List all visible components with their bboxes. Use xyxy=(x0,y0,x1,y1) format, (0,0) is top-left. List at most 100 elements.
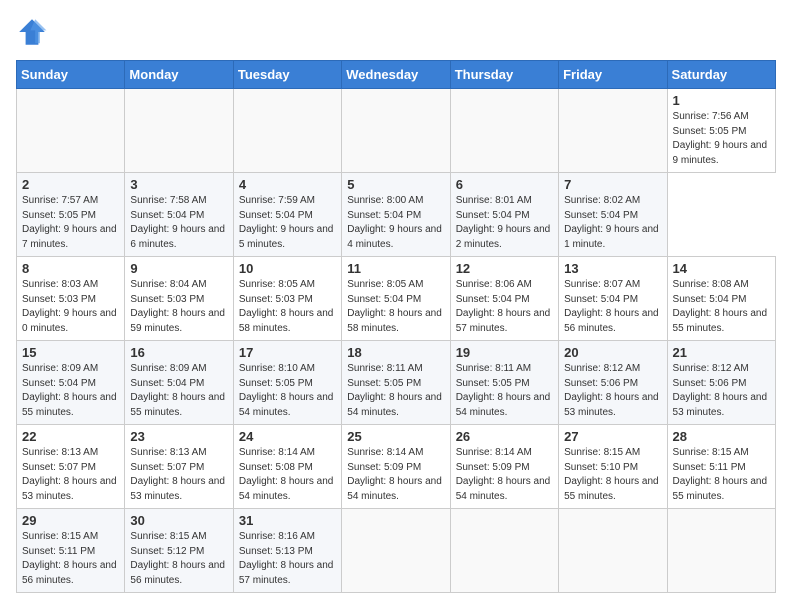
day-header-wednesday: Wednesday xyxy=(342,61,450,89)
calendar-day-cell: 16 Sunrise: 8:09 AMSunset: 5:04 PMDayligh… xyxy=(125,341,233,425)
day-info: Sunrise: 8:02 AMSunset: 5:04 PMDaylight:… xyxy=(564,195,659,250)
day-number: 18 xyxy=(347,345,444,360)
day-number: 9 xyxy=(130,261,227,276)
calendar-day-cell: 15 Sunrise: 8:09 AMSunset: 5:04 PMDayligh… xyxy=(17,341,125,425)
calendar-week-row: 8Sunrise: 8:03 AMSunset: 5:03 PMDaylight… xyxy=(17,257,776,341)
calendar-day-cell: 3 Sunrise: 7:58 AMSunset: 5:04 PMDaylight… xyxy=(125,173,233,257)
day-info: Sunrise: 8:05 AMSunset: 5:03 PMDaylight:… xyxy=(239,279,334,334)
calendar-day-cell: 18 Sunrise: 8:11 AMSunset: 5:05 PMDayligh… xyxy=(342,341,450,425)
calendar-day-cell: 20 Sunrise: 8:12 AMSunset: 5:06 PMDayligh… xyxy=(559,341,667,425)
day-info: Sunrise: 8:16 AMSunset: 5:13 PMDaylight:… xyxy=(239,531,334,586)
calendar-day-cell: 7 Sunrise: 8:02 AMSunset: 5:04 PMDaylight… xyxy=(559,173,667,257)
day-info: Sunrise: 8:00 AMSunset: 5:04 PMDaylight:… xyxy=(347,195,442,250)
day-header-friday: Friday xyxy=(559,61,667,89)
calendar-day-cell: 13 Sunrise: 8:07 AMSunset: 5:04 PMDayligh… xyxy=(559,257,667,341)
day-info: Sunrise: 8:12 AMSunset: 5:06 PMDaylight:… xyxy=(564,363,659,418)
calendar-day-cell: 21Sunrise: 8:12 AMSunset: 5:06 PMDayligh… xyxy=(667,341,775,425)
calendar-day-cell: 27Sunrise: 8:15 AMSunset: 5:10 PMDayligh… xyxy=(559,425,667,509)
day-number: 15 xyxy=(22,345,119,360)
day-info: Sunrise: 8:14 AMSunset: 5:08 PMDaylight:… xyxy=(239,447,334,502)
day-number: 23 xyxy=(130,429,227,444)
day-number: 5 xyxy=(347,177,444,192)
empty-cell xyxy=(342,509,450,593)
day-number: 20 xyxy=(564,345,661,360)
day-number: 6 xyxy=(456,177,553,192)
day-info: Sunrise: 8:01 AMSunset: 5:04 PMDaylight:… xyxy=(456,195,551,250)
day-number: 22 xyxy=(22,429,119,444)
day-info: Sunrise: 8:14 AMSunset: 5:09 PMDaylight:… xyxy=(456,447,551,502)
logo xyxy=(16,16,52,48)
day-info: Sunrise: 8:15 AMSunset: 5:11 PMDaylight:… xyxy=(22,531,117,586)
day-number: 26 xyxy=(456,429,553,444)
logo-icon xyxy=(16,16,48,48)
day-info: Sunrise: 8:05 AMSunset: 5:04 PMDaylight:… xyxy=(347,279,442,334)
day-info: Sunrise: 7:57 AMSunset: 5:05 PMDaylight:… xyxy=(22,195,117,250)
day-number: 1 xyxy=(673,93,770,108)
day-info: Sunrise: 8:07 AMSunset: 5:04 PMDaylight:… xyxy=(564,279,659,334)
day-number: 3 xyxy=(130,177,227,192)
empty-cell xyxy=(559,89,667,173)
day-header-tuesday: Tuesday xyxy=(233,61,341,89)
calendar-day-cell: 4 Sunrise: 7:59 AMSunset: 5:04 PMDaylight… xyxy=(233,173,341,257)
calendar-day-cell: 25Sunrise: 8:14 AMSunset: 5:09 PMDayligh… xyxy=(342,425,450,509)
calendar-week-row: 1 Sunrise: 7:56 AMSunset: 5:05 PMDaylight… xyxy=(17,89,776,173)
day-info: Sunrise: 8:06 AMSunset: 5:04 PMDaylight:… xyxy=(456,279,551,334)
day-number: 12 xyxy=(456,261,553,276)
calendar-week-row: 22 Sunrise: 8:13 AMSunset: 5:07 PMDayligh… xyxy=(17,425,776,509)
day-info: Sunrise: 8:11 AMSunset: 5:05 PMDaylight:… xyxy=(456,363,551,418)
calendar-day-cell: 9Sunrise: 8:04 AMSunset: 5:03 PMDaylight… xyxy=(125,257,233,341)
day-number: 7 xyxy=(564,177,661,192)
day-number: 2 xyxy=(22,177,119,192)
day-number: 4 xyxy=(239,177,336,192)
calendar-day-cell: 10Sunrise: 8:05 AMSunset: 5:03 PMDayligh… xyxy=(233,257,341,341)
calendar-day-cell: 6 Sunrise: 8:01 AMSunset: 5:04 PMDaylight… xyxy=(450,173,558,257)
calendar-day-cell: 29Sunrise: 8:15 AMSunset: 5:11 PMDayligh… xyxy=(17,509,125,593)
empty-cell xyxy=(17,89,125,173)
day-number: 14 xyxy=(673,261,770,276)
calendar-day-cell: 28Sunrise: 8:15 AMSunset: 5:11 PMDayligh… xyxy=(667,425,775,509)
calendar-day-cell: 23 Sunrise: 8:13 AMSunset: 5:07 PMDayligh… xyxy=(125,425,233,509)
day-info: Sunrise: 8:08 AMSunset: 5:04 PMDaylight:… xyxy=(673,279,768,334)
empty-cell xyxy=(342,89,450,173)
empty-cell xyxy=(233,89,341,173)
day-info: Sunrise: 8:10 AMSunset: 5:05 PMDaylight:… xyxy=(239,363,334,418)
day-info: Sunrise: 7:56 AMSunset: 5:05 PMDaylight:… xyxy=(673,111,768,166)
day-info: Sunrise: 7:59 AMSunset: 5:04 PMDaylight:… xyxy=(239,195,334,250)
calendar-day-cell: 8Sunrise: 8:03 AMSunset: 5:03 PMDaylight… xyxy=(17,257,125,341)
calendar-day-cell: 24Sunrise: 8:14 AMSunset: 5:08 PMDayligh… xyxy=(233,425,341,509)
day-number: 27 xyxy=(564,429,661,444)
empty-cell xyxy=(667,509,775,593)
calendar-table: SundayMondayTuesdayWednesdayThursdayFrid… xyxy=(16,60,776,593)
day-info: Sunrise: 8:09 AMSunset: 5:04 PMDaylight:… xyxy=(22,363,117,418)
calendar-day-cell: 11 Sunrise: 8:05 AMSunset: 5:04 PMDayligh… xyxy=(342,257,450,341)
day-number: 30 xyxy=(130,513,227,528)
day-info: Sunrise: 8:15 AMSunset: 5:11 PMDaylight:… xyxy=(673,447,768,502)
calendar-day-cell: 30Sunrise: 8:15 AMSunset: 5:12 PMDayligh… xyxy=(125,509,233,593)
empty-cell xyxy=(559,509,667,593)
calendar-day-cell: 2 Sunrise: 7:57 AMSunset: 5:05 PMDaylight… xyxy=(17,173,125,257)
day-number: 11 xyxy=(347,261,444,276)
calendar-week-row: 15 Sunrise: 8:09 AMSunset: 5:04 PMDayligh… xyxy=(17,341,776,425)
day-header-sunday: Sunday xyxy=(17,61,125,89)
day-info: Sunrise: 8:13 AMSunset: 5:07 PMDaylight:… xyxy=(22,447,117,502)
day-info: Sunrise: 8:14 AMSunset: 5:09 PMDaylight:… xyxy=(347,447,442,502)
day-number: 13 xyxy=(564,261,661,276)
calendar-day-cell: 12 Sunrise: 8:06 AMSunset: 5:04 PMDayligh… xyxy=(450,257,558,341)
calendar-day-cell: 19Sunrise: 8:11 AMSunset: 5:05 PMDayligh… xyxy=(450,341,558,425)
calendar-day-cell: 5 Sunrise: 8:00 AMSunset: 5:04 PMDaylight… xyxy=(342,173,450,257)
calendar-header-row: SundayMondayTuesdayWednesdayThursdayFrid… xyxy=(17,61,776,89)
day-number: 16 xyxy=(130,345,227,360)
page-header xyxy=(16,16,776,48)
calendar-day-cell: 1 Sunrise: 7:56 AMSunset: 5:05 PMDaylight… xyxy=(667,89,775,173)
day-info: Sunrise: 8:09 AMSunset: 5:04 PMDaylight:… xyxy=(130,363,225,418)
day-number: 31 xyxy=(239,513,336,528)
day-number: 17 xyxy=(239,345,336,360)
calendar-day-cell: 26 Sunrise: 8:14 AMSunset: 5:09 PMDayligh… xyxy=(450,425,558,509)
day-info: Sunrise: 8:13 AMSunset: 5:07 PMDaylight:… xyxy=(130,447,225,502)
day-info: Sunrise: 8:11 AMSunset: 5:05 PMDaylight:… xyxy=(347,363,442,418)
day-info: Sunrise: 7:58 AMSunset: 5:04 PMDaylight:… xyxy=(130,195,225,250)
empty-cell xyxy=(450,89,558,173)
calendar-day-cell: 14 Sunrise: 8:08 AMSunset: 5:04 PMDayligh… xyxy=(667,257,775,341)
day-header-saturday: Saturday xyxy=(667,61,775,89)
calendar-week-row: 2 Sunrise: 7:57 AMSunset: 5:05 PMDaylight… xyxy=(17,173,776,257)
